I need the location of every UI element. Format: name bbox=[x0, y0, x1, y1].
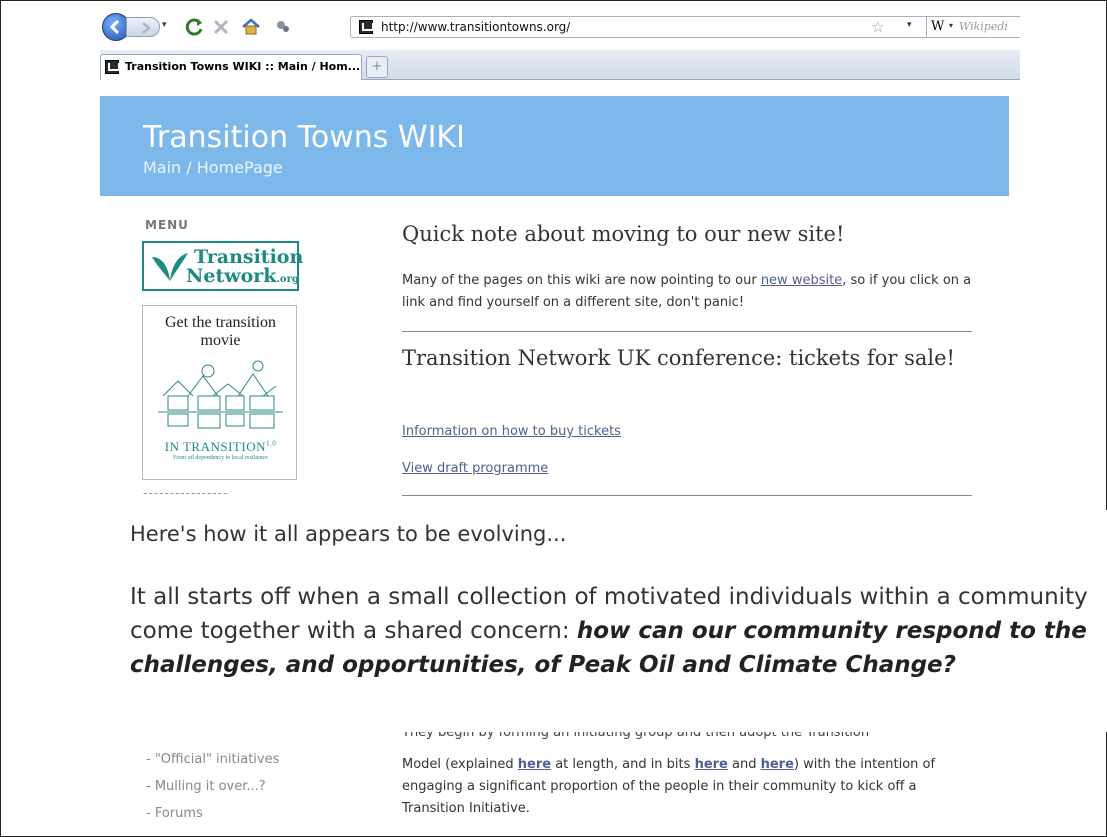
forward-arrow-icon bbox=[142, 22, 151, 34]
sidebar-link-mulling-it-over[interactable]: - Mulling it over...? bbox=[146, 779, 266, 794]
browser-chrome: ▾ http://www.transitiontowns.org/ ☆ ▾ W … bbox=[100, 10, 1020, 82]
leaf-icon bbox=[152, 253, 188, 281]
sidebar-link-forums[interactable]: - Forums bbox=[146, 806, 203, 821]
divider bbox=[402, 331, 972, 332]
transition-network-logo[interactable]: Transition Network.org bbox=[142, 241, 303, 291]
history-dropdown-icon[interactable]: ▾ bbox=[162, 20, 167, 30]
home-button[interactable] bbox=[240, 16, 262, 38]
evolving-heading: Here's how it all appears to be evolving… bbox=[130, 522, 567, 546]
navigation-toolbar: ▾ http://www.transitiontowns.org/ ☆ ▾ W … bbox=[100, 10, 1020, 46]
body-paragraph: Model (explained here at length, and in … bbox=[402, 757, 936, 816]
new-tab-button[interactable]: + bbox=[366, 56, 388, 78]
search-box[interactable]: W ▾ Wikipedi bbox=[926, 16, 1020, 38]
logo-text-line2: Network.org bbox=[186, 265, 299, 287]
movie-promo-title: Get the transition movie bbox=[164, 314, 277, 349]
movie-tagline: From oil dependency to local resilience bbox=[173, 455, 268, 461]
sidebar-separator: ---------------- bbox=[143, 486, 229, 500]
draft-programme-link[interactable]: View draft programme bbox=[402, 461, 548, 476]
new-website-link[interactable]: new website bbox=[761, 273, 842, 288]
note-paragraph: Many of the pages on this wiki are now p… bbox=[402, 273, 972, 310]
bookmark-star-icon[interactable]: ☆ bbox=[871, 18, 884, 36]
search-engine-icon[interactable]: W bbox=[931, 19, 944, 34]
address-bar[interactable]: http://www.transitiontowns.org/ ☆ ▾ bbox=[350, 16, 1020, 38]
stop-icon bbox=[213, 19, 229, 35]
menu-heading: MENU bbox=[145, 218, 189, 232]
reload-button[interactable] bbox=[184, 16, 206, 38]
addon-button[interactable] bbox=[272, 16, 294, 38]
here-link-2[interactable]: here bbox=[695, 757, 728, 772]
reload-icon bbox=[185, 18, 203, 36]
search-engine-dropdown-icon[interactable]: ▾ bbox=[949, 21, 953, 30]
sidebar-link-official-initiatives[interactable]: - "Official" initiatives bbox=[146, 752, 279, 767]
intro-paragraph: It all starts off when a small collectio… bbox=[130, 584, 1088, 678]
site-header: Transition Towns WIKI Main / HomePage bbox=[100, 96, 1009, 196]
here-link-1[interactable]: here bbox=[518, 757, 551, 772]
breadcrumb[interactable]: Main / HomePage bbox=[143, 158, 283, 177]
magnified-text-overlay: Here's how it all appears to be evolving… bbox=[100, 510, 1107, 732]
search-placeholder[interactable]: Wikipedi bbox=[959, 20, 1008, 33]
divider bbox=[402, 495, 972, 496]
back-arrow-icon bbox=[109, 19, 120, 35]
site-title[interactable]: Transition Towns WIKI bbox=[143, 120, 465, 155]
partial-line: They begin by forming an initiating grou… bbox=[402, 732, 870, 740]
conference-heading: Transition Network UK conference: ticket… bbox=[402, 346, 955, 370]
tab-active[interactable]: Transition Towns WIKI :: Main / Hom... bbox=[100, 54, 362, 80]
home-icon bbox=[242, 18, 260, 35]
note-heading: Quick note about moving to our new site! bbox=[402, 222, 845, 246]
buy-tickets-link[interactable]: Information on how to buy tickets bbox=[402, 424, 621, 439]
stop-button[interactable] bbox=[210, 16, 232, 38]
puzzle-icon bbox=[277, 21, 289, 32]
forward-button[interactable] bbox=[126, 17, 160, 37]
here-link-3[interactable]: here bbox=[761, 757, 794, 772]
address-bar-url[interactable]: http://www.transitiontowns.org/ bbox=[381, 20, 570, 34]
tab-bar: Transition Towns WIKI :: Main / Hom... + bbox=[100, 50, 1020, 80]
movie-artwork bbox=[158, 360, 283, 429]
site-favicon-icon bbox=[359, 20, 374, 34]
url-dropdown-icon[interactable]: ▾ bbox=[907, 20, 912, 30]
movie-promo[interactable]: Get the transition movie IN TRANSITION1.… bbox=[142, 305, 297, 480]
tab-title[interactable]: Transition Towns WIKI :: Main / Hom... bbox=[125, 60, 360, 73]
movie-banner: IN TRANSITION1.0 bbox=[164, 439, 277, 454]
tab-favicon-icon bbox=[105, 60, 120, 74]
